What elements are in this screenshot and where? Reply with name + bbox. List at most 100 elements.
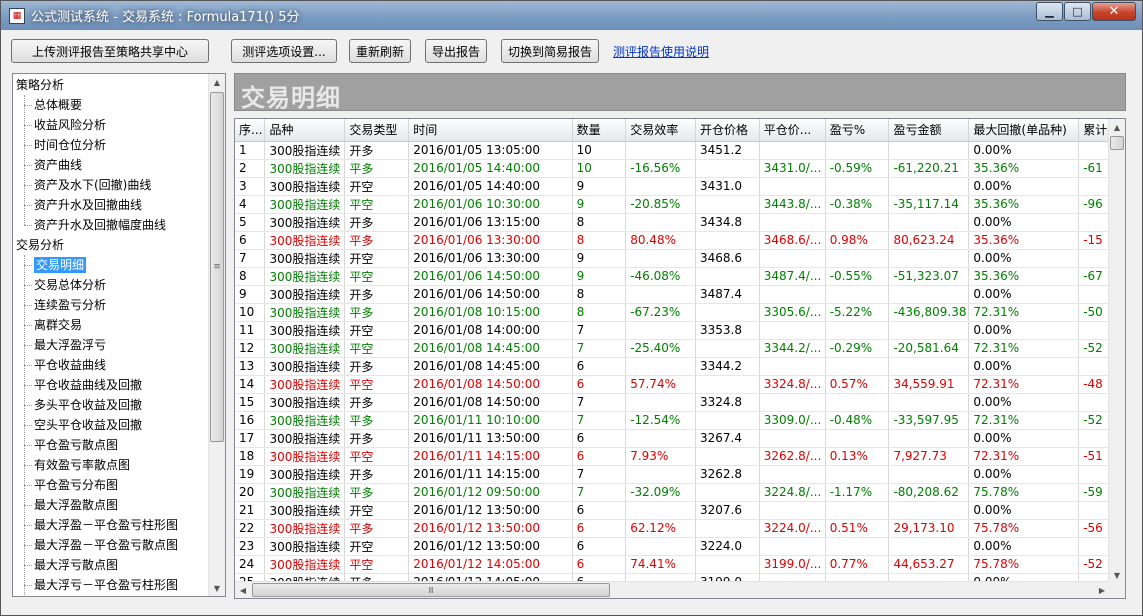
table-cell: 6	[572, 375, 627, 394]
table-row[interactable]: 13 300股指连续 开多 2016/01/08 14:45:00 6 3344.2 0.0…	[235, 357, 1125, 376]
upload-report-button[interactable]: 上传测评报告至策略共享中心	[11, 39, 209, 63]
tree-item-trade-14[interactable]: 最大浮盈－平仓盈亏散点图	[23, 535, 178, 555]
table-row[interactable]: 17 300股指连续 开多 2016/01/11 13:50:00 6 3267.4 0.0…	[235, 429, 1125, 448]
table-cell	[625, 177, 696, 196]
scroll-left-icon[interactable]: ◀	[235, 582, 251, 598]
table-cell: 20	[235, 483, 266, 502]
table-row[interactable]: 24 300股指连续 平空 2016/01/12 14:05:00 6 74.41% 319…	[235, 555, 1125, 574]
table-row[interactable]: 21 300股指连续 开空 2016/01/12 13:50:00 6 3207.6 0.0…	[235, 501, 1125, 520]
tree-item-strategy-3[interactable]: 资产曲线	[23, 155, 82, 175]
maximize-button[interactable]: □	[1064, 2, 1091, 21]
table-row[interactable]: 1 300股指连续 开多 2016/01/05 13:05:00 10 3451.2 0.0…	[235, 141, 1125, 160]
switch-simple-report-button[interactable]: 切换到简易报告	[501, 39, 599, 63]
refresh-button[interactable]: 重新刷新	[349, 39, 411, 63]
grid-scroll-up-icon[interactable]: ▲	[1109, 119, 1125, 135]
tree-item-trade-2[interactable]: 连续盈亏分析	[23, 295, 106, 315]
tree-item-trade-4[interactable]: 最大浮盈浮亏	[23, 335, 106, 355]
table-row[interactable]: 3 300股指连续 开空 2016/01/05 14:40:00 9 3431.0 0.00…	[235, 177, 1125, 196]
tree-item-strategy-0[interactable]: 总体概要	[23, 95, 82, 115]
table-row[interactable]: 7 300股指连续 开空 2016/01/06 13:30:00 9 3468.6 0.00…	[235, 249, 1125, 268]
grid-hscroll-thumb[interactable]: Ⅲ	[252, 583, 610, 597]
table-cell: -25.40%	[625, 339, 696, 358]
table-row[interactable]: 19 300股指连续 开多 2016/01/11 14:15:00 7 3262.8 0.0…	[235, 465, 1125, 484]
tree-item-trade-5[interactable]: 平仓收益曲线	[23, 355, 106, 375]
table-row[interactable]: 20 300股指连续 平多 2016/01/12 09:50:00 7 -32.09% 32…	[235, 483, 1125, 502]
column-header[interactable]: 品种	[264, 119, 346, 142]
table-cell: 开多	[344, 213, 410, 232]
table-row[interactable]: 10 300股指连续 平多 2016/01/08 10:15:00 8 -67.23% 33…	[235, 303, 1125, 322]
tree-item-trade-12[interactable]: 最大浮盈散点图	[23, 495, 118, 515]
tree-item-trade-3[interactable]: 离群交易	[23, 315, 82, 335]
table-cell: -0.29%	[825, 339, 890, 358]
tree-item-trade-10[interactable]: 有效盈亏率散点图	[23, 455, 130, 475]
table-cell: 0.00%	[968, 141, 1080, 160]
tree-item-trade-11[interactable]: 平仓盈亏分布图	[23, 475, 118, 495]
table-row[interactable]: 16 300股指连续 平多 2016/01/11 10:10:00 7 -12.54% 33…	[235, 411, 1125, 430]
table-cell: 9	[572, 177, 627, 196]
tree-item-trade-0[interactable]: 交易明细	[23, 255, 87, 275]
table-row[interactable]: 22 300股指连续 平多 2016/01/12 13:50:00 6 62.12% 322…	[235, 519, 1125, 538]
table-cell	[625, 285, 696, 304]
table-row[interactable]: 15 300股指连续 开多 2016/01/08 14:50:00 7 3324.8 0.0…	[235, 393, 1125, 412]
column-header[interactable]: 开仓价格	[695, 119, 760, 142]
tree-item-trade-16[interactable]: 最大浮亏－平仓盈亏柱形图	[23, 575, 178, 595]
column-header[interactable]: 交易类型	[344, 119, 410, 142]
tree-item-strategy-4[interactable]: 资产及水下(回撤)曲线	[23, 175, 151, 195]
column-header[interactable]: 最大回撤(单品种)	[968, 119, 1080, 142]
tree-item-trade-7[interactable]: 多头平仓收益及回撤	[23, 395, 142, 415]
tree-category-strategy[interactable]: 策略分析	[16, 75, 64, 95]
tree-item-strategy-6[interactable]: 资产升水及回撤幅度曲线	[23, 215, 166, 235]
column-header[interactable]: 交易效率	[625, 119, 696, 142]
minimize-button[interactable]: ▁	[1036, 2, 1063, 21]
grid-vertical-scrollbar[interactable]: ▲ ▼	[1108, 119, 1125, 583]
scroll-up-icon[interactable]: ▲	[209, 74, 225, 90]
export-report-button[interactable]: 导出报告	[425, 39, 487, 63]
tree-scroll-thumb[interactable]: ≡	[210, 92, 224, 442]
table-row[interactable]: 2 300股指连续 平多 2016/01/05 14:40:00 10 -16.56% 34…	[235, 159, 1125, 178]
column-header[interactable]: 盈亏金额	[888, 119, 970, 142]
column-header[interactable]: 时间	[408, 119, 573, 142]
table-row[interactable]: 12 300股指连续 平空 2016/01/08 14:45:00 7 -25.40% 33…	[235, 339, 1125, 358]
table-cell: 开空	[344, 249, 410, 268]
scroll-down-icon[interactable]: ▼	[209, 580, 225, 596]
tree-item-trade-1[interactable]: 交易总体分析	[23, 275, 106, 295]
report-help-link[interactable]: 测评报告使用说明	[613, 43, 709, 60]
table-row[interactable]: 14 300股指连续 平空 2016/01/08 14:50:00 6 57.74% 332…	[235, 375, 1125, 394]
scroll-corner	[1108, 581, 1125, 598]
close-button[interactable]: ✕	[1092, 2, 1136, 21]
column-header[interactable]: 序...	[235, 119, 266, 142]
tree-item-trade-15[interactable]: 最大浮亏散点图	[23, 555, 118, 575]
table-row[interactable]: 6 300股指连续 平多 2016/01/06 13:30:00 8 80.48% 3468…	[235, 231, 1125, 250]
table-row[interactable]: 11 300股指连续 开空 2016/01/08 14:00:00 7 3353.8 0.0…	[235, 321, 1125, 340]
table-row[interactable]: 8 300股指连续 平空 2016/01/06 14:50:00 9 -46.08% 348…	[235, 267, 1125, 286]
grid-scroll-thumb[interactable]	[1110, 136, 1124, 150]
tree-item-strategy-5[interactable]: 资产升水及回撤曲线	[23, 195, 142, 215]
table-cell: 7	[572, 465, 627, 484]
tree-item-trade-8[interactable]: 空头平仓收益及回撤	[23, 415, 142, 435]
table-row[interactable]: 5 300股指连续 开多 2016/01/06 13:15:00 8 3434.8 0.00…	[235, 213, 1125, 232]
table-cell: -5.22%	[825, 303, 890, 322]
column-header[interactable]: 平仓价...	[759, 119, 826, 142]
grid-horizontal-scrollbar[interactable]: ◀ Ⅲ ▶	[235, 581, 1110, 598]
tree-item-trade-13[interactable]: 最大浮盈－平仓盈亏柱形图	[23, 515, 178, 535]
test-options-button[interactable]: 测评选项设置...	[231, 39, 337, 63]
column-header[interactable]: 盈亏%	[825, 119, 890, 142]
table-row[interactable]: 9 300股指连续 开多 2016/01/06 14:50:00 8 3487.4 0.00…	[235, 285, 1125, 304]
table-cell	[759, 213, 826, 232]
table-cell	[695, 339, 760, 358]
title-bar[interactable]: ▦ 公式测试系统 - 交易系统 : Formula171() 5分 ▁ □ ✕	[1, 1, 1142, 30]
tree-item-strategy-1[interactable]: 收益风险分析	[23, 115, 106, 135]
tree-item-trade-9[interactable]: 平仓盈亏散点图	[23, 435, 118, 455]
table-row[interactable]: 18 300股指连续 平空 2016/01/11 14:15:00 6 7.93% 3262…	[235, 447, 1125, 466]
table-cell	[695, 375, 760, 394]
tree-item-strategy-2[interactable]: 时间仓位分析	[23, 135, 106, 155]
table-row[interactable]: 23 300股指连续 开空 2016/01/12 13:50:00 6 3224.0 0.0…	[235, 537, 1125, 556]
tree-category-trade[interactable]: 交易分析	[16, 235, 64, 255]
tree-vertical-scrollbar[interactable]: ▲ ≡ ▼	[208, 74, 225, 596]
table-cell: -35,117.14	[888, 195, 970, 214]
tree-item-trade-6[interactable]: 平仓收益曲线及回撤	[23, 375, 142, 395]
column-header[interactable]: 数量	[572, 119, 627, 142]
table-cell	[695, 303, 760, 322]
table-row[interactable]: 4 300股指连续 平空 2016/01/06 10:30:00 9 -20.85% 344…	[235, 195, 1125, 214]
toolbar: 上传测评报告至策略共享中心 测评选项设置... 重新刷新 导出报告 切换到简易报…	[1, 39, 1142, 65]
